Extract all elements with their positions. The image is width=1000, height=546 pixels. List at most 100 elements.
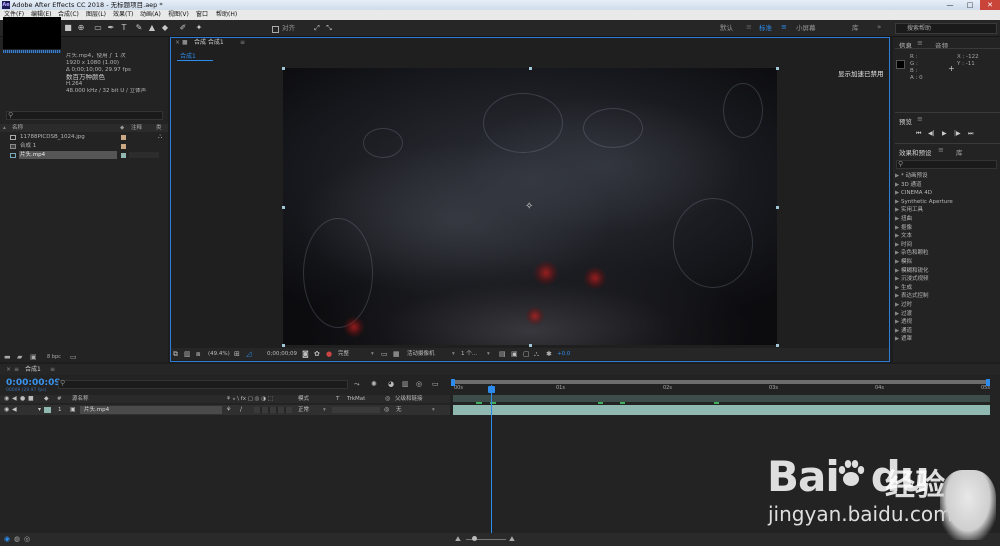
effect-category[interactable]: ▶ 表达式控制	[895, 292, 1000, 301]
maximize-button[interactable]: □	[960, 0, 980, 10]
motion-blur-icon[interactable]: ◎	[416, 380, 422, 388]
exposure-value[interactable]: +0.0	[557, 348, 570, 360]
effect-category[interactable]: ▶ 模糊和锐化	[895, 267, 1000, 276]
column-index[interactable]: #	[57, 395, 62, 403]
composition-flowchart-icon[interactable]: ⛬	[158, 133, 162, 141]
effect-category[interactable]: ▶ 通道	[895, 327, 1000, 336]
grid-icon[interactable]: ⊞	[234, 348, 240, 360]
layer-row[interactable]: ◉ ◀ ▾ 1 ▣ ⚘ / 正常 ▾ ◎ 无 ▾	[0, 405, 450, 415]
label-color-swatch[interactable]	[121, 143, 126, 149]
first-frame-button[interactable]: ⏮	[916, 130, 921, 138]
column-mode[interactable]: 模式	[298, 395, 309, 403]
effect-category[interactable]: ▶ 模拟	[895, 258, 1000, 267]
column-name[interactable]: 名称	[12, 124, 23, 132]
column-preserve-transparency[interactable]: T	[336, 395, 339, 403]
zoom-in-icon[interactable]: ⛰	[509, 535, 515, 544]
current-time-indicator-handle[interactable]	[488, 386, 495, 393]
transform-handle[interactable]	[529, 344, 532, 347]
transform-handle[interactable]	[776, 67, 779, 70]
zoom-out-icon[interactable]: ⛰	[455, 535, 461, 544]
panel-menu-icon[interactable]: ≡	[240, 38, 245, 48]
puppet-tool-icon[interactable]: ✦	[194, 23, 204, 33]
layer-name[interactable]: 片头.mp4	[80, 406, 222, 414]
label-color-swatch[interactable]	[121, 152, 126, 158]
label-column-icon[interactable]: ◆	[44, 395, 49, 403]
brush-tool-icon[interactable]: ✎	[134, 23, 144, 33]
effect-category[interactable]: ▶ 遮罩	[895, 335, 1000, 344]
close-tab-icon[interactable]: ×	[6, 364, 11, 375]
column-source-name[interactable]: 源名称	[72, 395, 89, 403]
effects-search-input[interactable]	[896, 160, 997, 169]
panel-menu-icon[interactable]: ≡	[938, 146, 944, 154]
tab-timeline-comp[interactable]: 合成1	[25, 364, 41, 375]
lock-switch-icon[interactable]: ■	[28, 395, 34, 403]
exposure-reset-icon[interactable]: ✱	[546, 348, 552, 360]
fast-previews-icon[interactable]: ▤	[499, 348, 506, 360]
menu-effect[interactable]: 效果(T)	[113, 11, 133, 19]
layer-switches[interactable]	[254, 407, 292, 413]
chevron-down-icon[interactable]: ▾	[487, 348, 490, 360]
project-search-input[interactable]	[6, 111, 163, 120]
audio-enable-icon[interactable]: ◀	[12, 405, 17, 415]
effect-category[interactable]: ▶ 文本	[895, 232, 1000, 241]
new-composition-icon[interactable]: ▣	[30, 352, 37, 362]
layer-label-color[interactable]	[44, 407, 51, 413]
timeline-zoom-slider-thumb[interactable]	[472, 536, 477, 541]
audio-switch-icon[interactable]: ◀	[12, 395, 17, 403]
comp-mini-flowchart-icon[interactable]: ⤳	[354, 380, 360, 389]
workspace-more-icon[interactable]: »	[877, 23, 881, 31]
color-channel-icon[interactable]: ●	[326, 348, 332, 360]
tab-effects-presets[interactable]: 效果和预设	[899, 147, 932, 157]
project-item[interactable]: 11788PICDSB_1024.jpg ⛬	[0, 133, 168, 141]
camera-dropdown[interactable]: 活动摄像机	[407, 348, 435, 360]
menu-view[interactable]: 视图(V)	[168, 11, 189, 19]
effect-category[interactable]: ▶ 杂色和颗粒	[895, 249, 1000, 258]
effect-category[interactable]: ▶ 实用工具	[895, 206, 1000, 215]
vr-icon[interactable]: ⧈	[196, 348, 200, 360]
effect-category[interactable]: ▶ Synthetic Aperture	[895, 198, 1000, 207]
transparency-grid-icon[interactable]: ▦	[393, 348, 400, 360]
snap-icon[interactable]: ⤢	[312, 23, 322, 33]
effect-category[interactable]: ▶ 沉浸式视频	[895, 275, 1000, 284]
workspace-default[interactable]: 默认	[720, 24, 733, 33]
effect-category[interactable]: ▶ 3D 通道	[895, 181, 1000, 190]
menu-composition[interactable]: 合成(C)	[58, 11, 79, 19]
keyframe-marker[interactable]	[598, 402, 603, 404]
help-search-input[interactable]: 搜索帮助	[895, 23, 997, 34]
draft-3d-icon[interactable]: ✺	[371, 380, 377, 388]
workspace-small-screen[interactable]: 小屏幕	[796, 24, 816, 33]
comp-flowchart-icon[interactable]: ▢	[523, 348, 530, 360]
chevron-down-icon[interactable]: ▾	[452, 348, 455, 360]
close-button[interactable]: ✕	[980, 0, 1000, 10]
3d-glasses-icon[interactable]: ▥	[184, 348, 191, 360]
layer-duration-bar[interactable]	[453, 405, 990, 415]
keyframe-marker[interactable]	[714, 402, 719, 404]
sort-icon[interactable]: ▴	[3, 124, 6, 132]
keyframe-marker[interactable]	[476, 402, 482, 404]
layer-mode-dropdown[interactable]: 正常	[298, 405, 309, 415]
bpc-label[interactable]: 8 bpc	[47, 352, 61, 362]
lock-icon[interactable]: ■	[182, 38, 188, 48]
show-snapshot-icon[interactable]: ✿	[314, 348, 320, 360]
keyframe-marker[interactable]	[620, 402, 625, 404]
comment-field[interactable]	[129, 152, 159, 158]
frame-blending-icon[interactable]: ▥	[402, 380, 409, 388]
graph-editor-icon[interactable]: ▭	[432, 380, 439, 388]
flowchart-icon[interactable]: ⛬	[534, 348, 539, 360]
interpret-footage-icon[interactable]: ▬	[4, 352, 11, 362]
chevron-down-icon[interactable]: ▾	[323, 405, 326, 415]
project-item[interactable]: 合成 1	[0, 142, 168, 150]
roto-brush-tool-icon[interactable]: ✐	[178, 23, 188, 33]
play-button[interactable]: ▶	[942, 130, 947, 137]
composition-breadcrumb[interactable]: 合成1	[180, 51, 196, 60]
zoom-level[interactable]: (49.4%)	[208, 348, 230, 360]
effect-category[interactable]: ▶ 时间	[895, 241, 1000, 250]
pen-tool-icon[interactable]: ✒	[106, 23, 116, 33]
menu-help[interactable]: 帮助(H)	[216, 11, 237, 19]
transform-handle[interactable]	[282, 206, 285, 209]
column-parent[interactable]: 父级和链接	[395, 395, 423, 403]
effect-category[interactable]: ▶ 抠像	[895, 224, 1000, 233]
anchor-point-icon[interactable]: ✧	[525, 201, 533, 212]
pan-behind-tool-icon[interactable]: ⊕	[76, 23, 86, 33]
align-checkbox[interactable]	[272, 26, 279, 33]
